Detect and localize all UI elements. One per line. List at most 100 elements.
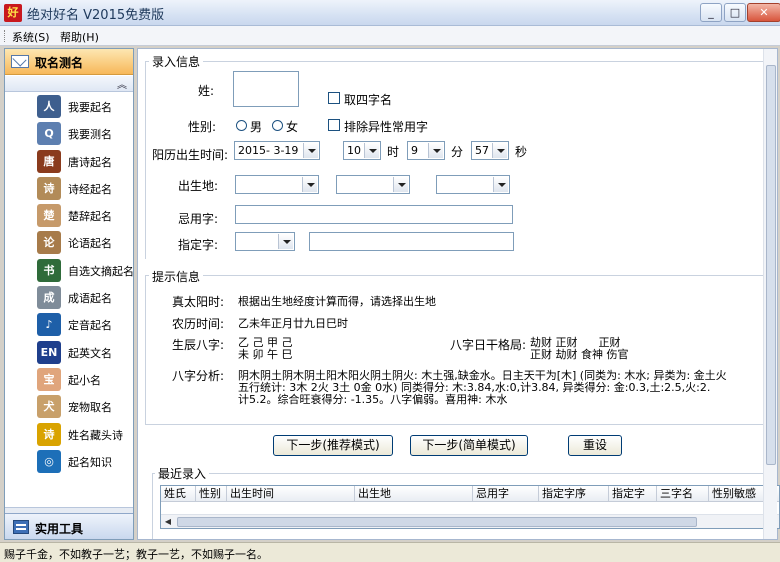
baby-icon: 宝 [37,367,61,391]
horizontal-scrollbar[interactable]: ◀ ▶ [161,514,779,528]
scroll-icon-2: 楚 [37,204,61,228]
scroll-icon: 诗 [37,176,61,200]
next-recommended-button[interactable]: 下一步(推荐模式) [273,435,393,456]
chevron-down-icon [303,143,318,158]
person-icon: 人 [37,95,61,118]
book-icon: 论 [37,231,61,255]
specify-input[interactable] [309,232,514,251]
close-button[interactable]: ✕ [747,3,780,22]
avoid-input[interactable] [235,205,513,224]
sidebar-item[interactable]: 楚楚辞起名 [5,202,133,229]
maximize-button[interactable]: □ [724,3,746,22]
menu-system[interactable]: 系统(S) [12,29,50,45]
vertical-scroll-thumb[interactable] [766,65,776,465]
column-header[interactable]: 性别敏感 [709,486,769,502]
menu-help[interactable]: 帮助(H) [60,29,99,45]
minute-value: 9 [411,144,418,157]
second-select[interactable]: 57 [471,141,509,160]
lunar-time-value: 乙未年正月廿九日巳时 [238,317,348,330]
female-radio[interactable] [272,120,283,131]
menu-grip [4,30,7,42]
sidebar-header[interactable]: 取名测名 [5,49,133,75]
sidebar-item[interactable]: 诗姓名藏头诗 [5,421,133,448]
hour-unit: 时 [387,145,400,159]
sidebar-item-label: 诗经起名 [68,182,112,196]
male-radio[interactable] [236,120,247,131]
menu-bar: 系统(S) 帮助(H) [0,26,780,46]
exclude-checkbox[interactable] [328,119,340,131]
surname-input[interactable] [233,71,299,107]
date-picker[interactable]: 2015- 3-19 [234,141,320,160]
sidebar-footer[interactable]: 实用工具 [5,513,133,539]
status-bar: 赐子千金，不如教子一艺；教子一艺，不如赐子一名。 [0,542,780,562]
sidebar-item-label: 自选文摘起名 [68,264,134,278]
sidebar-item[interactable]: 论论语起名 [5,229,133,256]
column-header[interactable]: 忌用字 [473,486,539,502]
pattern-label: 八字日干格局: [450,338,527,352]
main-panel: 录入信息 姓: 取四字名 性别: 男 女 排除异性常用字 阳历出生时间: 201… [137,48,780,540]
sidebar-item[interactable]: 唐唐诗起名 [5,148,133,175]
column-header[interactable]: 指定字序 [539,486,609,502]
specify-position-select[interactable] [235,232,295,251]
minute-unit: 分 [451,145,464,159]
recent-table[interactable]: 姓氏性别出生时间出生地忌用字指定字序指定字三字名性别敏感 ◀ ▶ [160,485,780,529]
four-char-checkbox[interactable] [328,92,340,104]
next-simple-button[interactable]: 下一步(简单模式) [410,435,528,456]
date-value: 2015- 3-19 [238,144,299,157]
envelope-icon [11,55,29,68]
sidebar-list: 人我要起名 Q 我要测名唐唐诗起名诗诗经起名楚楚辞起名论论语起名书自选文摘起名成成语… [5,93,134,475]
magnifier-icon: Q [37,122,61,146]
dog-icon: 犬 [37,395,61,419]
sidebar-footer-label: 实用工具 [35,522,84,536]
hint-section-title: 提示信息 [149,268,204,285]
sidebar-item[interactable]: EN 起英文名 [5,339,133,366]
sidebar-item[interactable]: 人我要起名 [5,93,133,120]
sidebar-item-label: 楚辞起名 [68,210,112,224]
sound-icon: ♪ [37,313,61,337]
bazi-row2: 未 卯 午 巳 [238,348,293,361]
column-header[interactable]: 姓氏 [161,486,196,502]
app-icon: 好 [4,4,22,22]
sidebar-item[interactable]: 宝起小名 [5,366,133,393]
minimize-button[interactable]: _ [700,3,722,22]
sidebar-item[interactable]: 书自选文摘起名 [5,257,134,284]
specify-label: 指定字: [178,238,219,252]
column-header[interactable]: 三字名 [657,486,709,502]
solar-time-value: 根据出生地经度计算而得，请选择出生地 [238,295,436,308]
vertical-scrollbar[interactable] [763,49,777,539]
title-bar: 好 绝对好名 V2015免费版 _ □ ✕ [0,0,780,26]
chevron-down-icon [493,177,508,192]
scroll-left-icon[interactable]: ◀ [161,515,175,528]
sidebar-item[interactable]: ♪ 定音起名 [5,311,133,338]
input-section-title: 录入信息 [149,53,204,70]
province-select[interactable] [235,175,319,194]
minute-select[interactable]: 9 [407,141,445,160]
column-header[interactable]: 出生时间 [227,486,355,502]
column-header[interactable]: 出生地 [355,486,473,502]
city-select[interactable] [336,175,410,194]
sidebar-collapse-bar[interactable]: ︽ [5,76,133,92]
sidebar-item[interactable]: Q 我要测名 [5,120,133,147]
second-value: 57 [475,144,489,157]
idiom-icon: 成 [37,286,61,310]
scroll-thumb[interactable] [177,517,697,527]
sidebar-item[interactable]: 犬宠物取名 [5,393,133,420]
lunar-time-label: 农历时间: [172,317,225,331]
sidebar-item[interactable]: ◎ 起名知识 [5,448,133,475]
sidebar-item-label: 起名知识 [68,455,112,469]
column-header[interactable]: 性别 [196,486,227,502]
sidebar-item-label: 唐诗起名 [68,155,112,169]
column-header[interactable]: 指定字 [609,486,657,502]
sidebar-item[interactable]: 成成语起名 [5,284,133,311]
recent-section-title: 最近录入 [155,465,210,482]
poem-icon: 诗 [37,422,61,446]
district-select[interactable] [436,175,510,194]
sidebar-item-label: 定音起名 [68,319,112,333]
sidebar-item[interactable]: 诗诗经起名 [5,175,133,202]
hour-select[interactable]: 10 [343,141,381,160]
reset-button[interactable]: 重设 [568,435,622,456]
sidebar-item-label: 起英文名 [68,346,112,360]
four-char-label: 取四字名 [344,93,393,107]
chevron-down-icon [278,234,293,249]
books-stack-icon: 书 [37,258,61,282]
